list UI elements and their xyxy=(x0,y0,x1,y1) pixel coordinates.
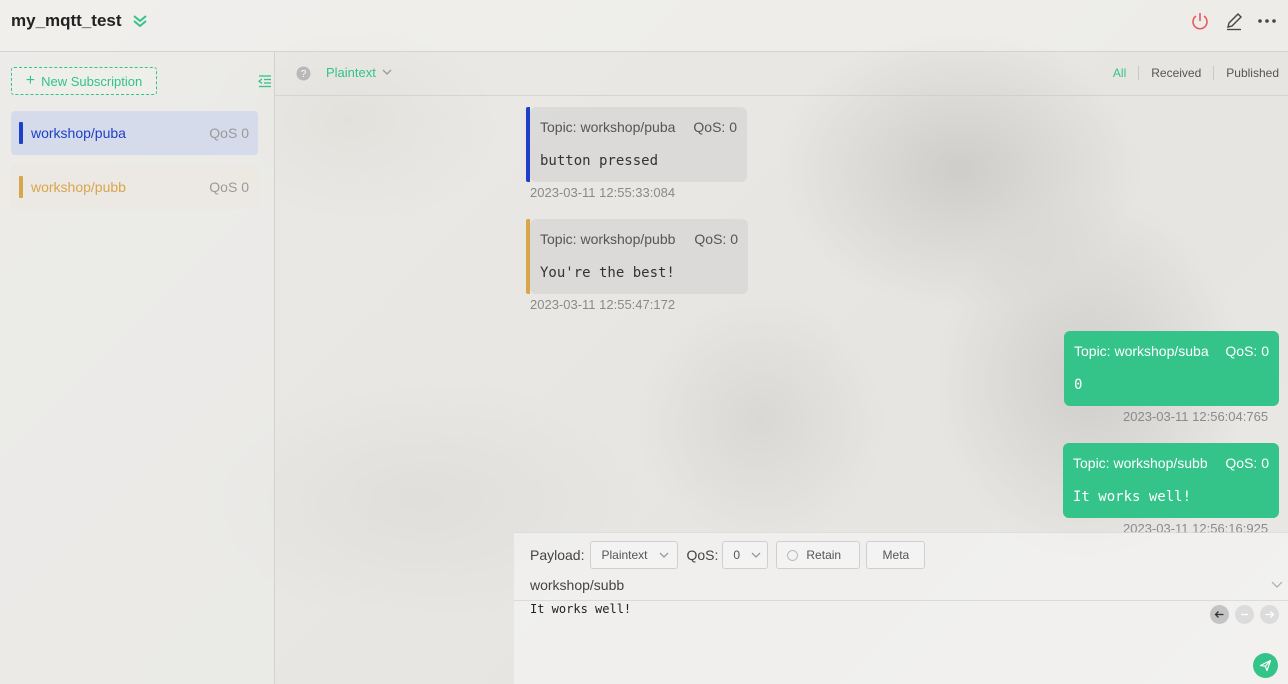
message-timestamp: 2023-03-11 12:56:04:765 xyxy=(1123,409,1269,424)
new-subscription-button[interactable]: + New Subscription xyxy=(11,67,157,95)
subscriptions-pane: + New Subscription workshop/puba QoS 0 w… xyxy=(0,52,275,684)
message-payload: button pressed xyxy=(540,153,659,169)
message-published[interactable]: Topic: workshop/subb QoS: 0 It works wel… xyxy=(1063,443,1279,518)
message-qos: QoS: 0 xyxy=(694,231,738,247)
mqtt-client-window: my_mqtt_test + New Subscription workshop… xyxy=(0,0,1288,684)
more-options-icon[interactable] xyxy=(1257,11,1277,31)
svg-text:?: ? xyxy=(301,69,307,80)
message-topic: Topic: workshop/pubb xyxy=(540,231,676,247)
collapse-sidebar-icon[interactable] xyxy=(257,73,273,89)
payload-label: Payload: xyxy=(530,547,585,563)
payload-format-select[interactable]: Plaintext xyxy=(326,65,392,80)
arrow-right-icon xyxy=(1265,611,1275,618)
subscription-qos: QoS 0 xyxy=(209,179,249,195)
filter-tab-received[interactable]: Received xyxy=(1139,66,1213,80)
message-color-bar xyxy=(526,107,530,182)
subscription-item[interactable]: workshop/puba QoS 0 xyxy=(11,111,258,155)
filter-tab-all[interactable]: All xyxy=(1101,66,1138,80)
history-back-button[interactable] xyxy=(1210,605,1229,624)
connection-name: my_mqtt_test xyxy=(11,11,122,30)
message-qos: QoS: 0 xyxy=(1225,455,1269,471)
plus-icon: + xyxy=(25,72,36,89)
message-payload: It works well! xyxy=(1073,489,1192,505)
message-topic: Topic: workshop/subb xyxy=(1073,455,1208,471)
history-forward-button[interactable] xyxy=(1260,605,1279,624)
history-clear-button[interactable] xyxy=(1235,605,1254,624)
subscription-topic: workshop/pubb xyxy=(31,179,126,195)
chevron-down-icon[interactable] xyxy=(1270,577,1284,591)
chevron-down-icon xyxy=(382,69,392,75)
message-topic: Topic: workshop/puba xyxy=(540,119,676,135)
message-timestamp: 2023-03-11 12:55:47:172 xyxy=(530,297,676,312)
subscription-color-bar xyxy=(19,176,23,198)
message-published[interactable]: Topic: workshop/suba QoS: 0 0 xyxy=(1064,331,1279,406)
edit-pencil-icon[interactable] xyxy=(1224,11,1244,31)
message-received[interactable]: Topic: workshop/pubb QoS: 0 You're the b… xyxy=(526,219,748,294)
subscription-topic: workshop/puba xyxy=(31,125,126,141)
message-received[interactable]: Topic: workshop/puba QoS: 0 button press… xyxy=(526,107,747,182)
send-message-button[interactable] xyxy=(1253,653,1278,678)
subscription-color-bar xyxy=(19,122,23,144)
retain-label: Retain xyxy=(806,548,842,562)
publish-qos-value: 0 xyxy=(733,548,741,562)
message-topic: Topic: workshop/suba xyxy=(1074,343,1209,359)
send-icon xyxy=(1259,659,1272,672)
publish-payload-editor[interactable]: It works well! xyxy=(530,602,631,616)
publish-qos-select[interactable]: 0 xyxy=(722,541,769,569)
publish-payload-format-select[interactable]: Plaintext xyxy=(590,541,679,569)
message-color-bar xyxy=(526,219,530,294)
subscription-qos: QoS 0 xyxy=(209,125,249,141)
double-chevron-down-icon[interactable] xyxy=(131,12,149,30)
publish-options-row: Payload: Plaintext QoS: 0 Retain Meta xyxy=(530,541,926,569)
qos-label: QoS: xyxy=(686,547,719,563)
connection-header: my_mqtt_test xyxy=(0,0,1288,52)
subscription-item[interactable]: workshop/pubb QoS 0 xyxy=(11,165,258,209)
publish-panel: Payload: Plaintext QoS: 0 Retain Meta wo… xyxy=(514,532,1288,684)
minus-icon xyxy=(1241,613,1248,616)
help-icon[interactable]: ? xyxy=(296,66,311,81)
publish-payload-format-value: Plaintext xyxy=(601,548,648,562)
message-toolbar: ? Plaintext All Received Published xyxy=(275,52,1288,96)
message-payload: 0 xyxy=(1074,377,1083,393)
arrow-left-icon xyxy=(1214,611,1224,618)
message-payload: You're the best! xyxy=(540,265,675,281)
meta-button[interactable]: Meta xyxy=(866,541,926,569)
payload-format-value: Plaintext xyxy=(326,65,376,80)
divider xyxy=(514,600,1288,601)
message-qos: QoS: 0 xyxy=(693,119,737,135)
chevron-down-icon xyxy=(660,552,669,558)
new-subscription-label: New Subscription xyxy=(41,73,143,89)
message-timestamp: 2023-03-11 12:55:33:084 xyxy=(530,185,676,200)
meta-label: Meta xyxy=(882,548,910,562)
retain-toggle[interactable]: Retain xyxy=(776,541,861,569)
chevron-down-icon xyxy=(751,552,761,558)
retain-radio-icon xyxy=(787,549,799,561)
message-qos: QoS: 0 xyxy=(1225,343,1269,359)
message-filter-tabs: All Received Published xyxy=(1101,66,1279,80)
disconnect-power-icon[interactable] xyxy=(1190,11,1210,31)
filter-tab-published[interactable]: Published xyxy=(1214,66,1279,80)
publish-topic-input[interactable]: workshop/subb xyxy=(530,577,624,593)
